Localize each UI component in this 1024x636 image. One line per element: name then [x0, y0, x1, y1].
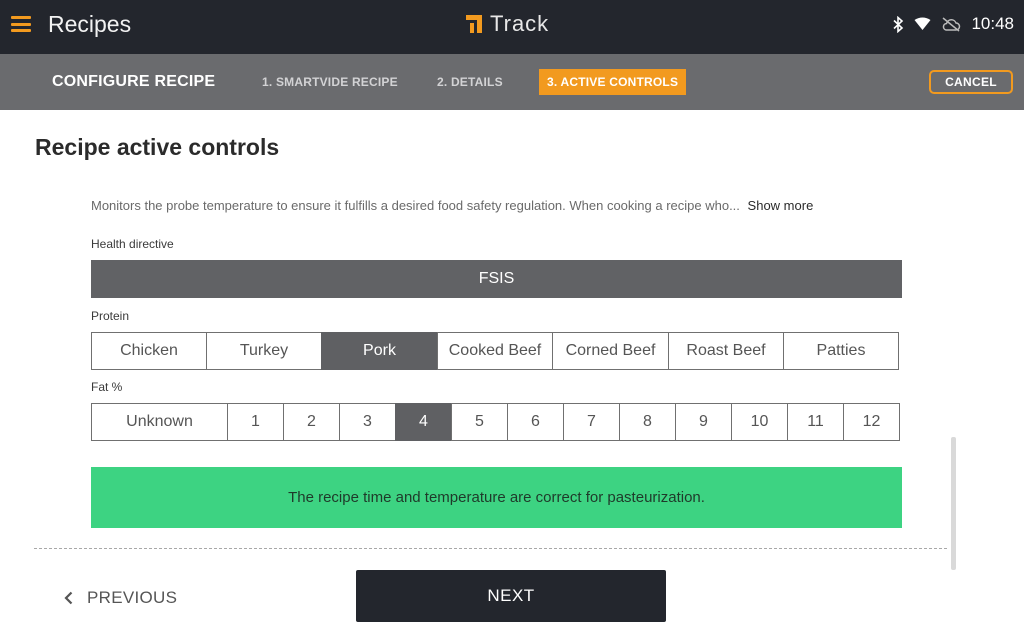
fat-label: Fat %: [91, 380, 123, 394]
app-title: Recipes: [48, 11, 132, 37]
fat-option-2[interactable]: 2: [283, 403, 340, 441]
status-bar: 10:48: [893, 14, 1014, 34]
fat-option-4[interactable]: 4: [395, 403, 452, 441]
protein-label: Protein: [91, 309, 130, 323]
previous-button[interactable]: PREVIOUS: [64, 586, 177, 610]
health-directive-selector[interactable]: FSIS: [91, 260, 902, 298]
fat-option-6[interactable]: 6: [507, 403, 564, 441]
step-active-controls[interactable]: 3. ACTIVE CONTROLS: [539, 69, 687, 95]
clock: 10:48: [971, 14, 1014, 33]
fat-option-11[interactable]: 11: [787, 403, 844, 441]
fat-option-unknown[interactable]: Unknown: [91, 403, 228, 441]
show-more-link[interactable]: Show more: [748, 198, 814, 213]
fat-option-3[interactable]: 3: [339, 403, 396, 441]
protein-option-turkey[interactable]: Turkey: [206, 332, 322, 370]
previous-label: PREVIOUS: [87, 588, 178, 607]
fat-option-7[interactable]: 7: [563, 403, 620, 441]
fat-option-12[interactable]: 12: [843, 403, 900, 441]
health-directive-label: Health directive: [91, 237, 174, 251]
configure-recipe-title: CONFIGURE RECIPE: [52, 73, 216, 90]
protein-option-roast-beef[interactable]: Roast Beef: [668, 332, 784, 370]
protein-option-cooked-beef[interactable]: Cooked Beef: [437, 332, 553, 370]
fat-option-9[interactable]: 9: [675, 403, 732, 441]
track-logo-icon: [466, 15, 482, 33]
page-title: Recipe active controls: [35, 134, 280, 160]
protein-option-patties[interactable]: Patties: [783, 332, 899, 370]
scrollbar[interactable]: [951, 437, 956, 570]
brand-name: Track: [490, 11, 550, 36]
wifi-icon: [914, 17, 931, 30]
step-bar: CONFIGURE RECIPE 1. SMARTVIDE RECIPE 2. …: [0, 54, 1024, 110]
description: Monitors the probe temperature to ensure…: [91, 198, 813, 213]
pasteurization-notice: The recipe time and temperature are corr…: [91, 467, 902, 528]
footer-divider: [34, 548, 947, 549]
fat-option-5[interactable]: 5: [451, 403, 508, 441]
protein-selector: Chicken Turkey Pork Cooked Beef Corned B…: [91, 332, 902, 370]
cloud-off-icon: [942, 16, 961, 32]
fat-option-10[interactable]: 10: [731, 403, 788, 441]
next-button[interactable]: NEXT: [356, 570, 666, 622]
brand: Track: [464, 9, 549, 39]
fat-option-1[interactable]: 1: [227, 403, 284, 441]
description-text: Monitors the probe temperature to ensure…: [91, 198, 740, 213]
step-smartvide-recipe[interactable]: 1. SMARTVIDE RECIPE: [254, 69, 406, 95]
cancel-button[interactable]: CANCEL: [929, 70, 1013, 94]
fat-selector: Unknown 1 2 3 4 5 6 7 8 9 10 11 12: [91, 403, 902, 441]
chevron-left-icon: [64, 591, 73, 605]
protein-option-chicken[interactable]: Chicken: [91, 332, 207, 370]
protein-option-corned-beef[interactable]: Corned Beef: [552, 332, 669, 370]
fat-option-8[interactable]: 8: [619, 403, 676, 441]
step-details[interactable]: 2. DETAILS: [429, 69, 511, 95]
bluetooth-icon: [893, 15, 904, 33]
menu-icon[interactable]: [11, 16, 31, 32]
protein-option-pork[interactable]: Pork: [321, 332, 438, 370]
top-app-bar: Recipes Track 10:48: [0, 0, 1024, 54]
